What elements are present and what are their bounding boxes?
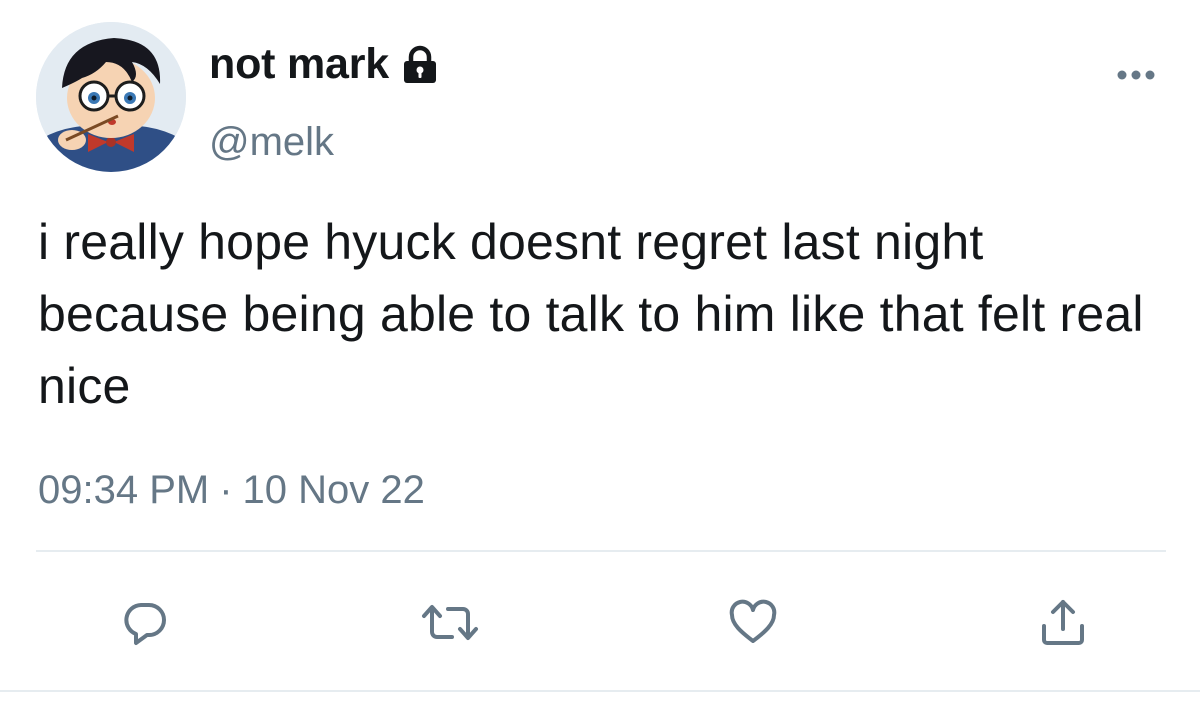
share-button[interactable] <box>1036 596 1090 650</box>
tweet-card: not mark @melk i really hope hyuck doesn… <box>0 0 1200 710</box>
tweet-text: i really hope hyuck doesnt regret last n… <box>38 214 1144 414</box>
tweet-time: 09:34 PM <box>38 468 210 512</box>
display-name-text: not mark <box>209 40 389 88</box>
meta-separator: · <box>219 468 233 512</box>
tweet-timestamp[interactable]: 09:34 PM · 10 Nov 22 <box>38 468 425 513</box>
reply-button[interactable] <box>118 596 172 650</box>
user-handle[interactable]: @melk <box>209 120 334 165</box>
share-icon <box>1042 600 1084 645</box>
reply-icon <box>124 603 166 645</box>
heart-icon <box>729 599 777 643</box>
tweet-date: 10 Nov 22 <box>242 468 425 512</box>
retweet-icon <box>422 605 478 640</box>
retweet-button[interactable] <box>420 596 478 650</box>
avatar[interactable] <box>36 22 186 172</box>
lock-icon <box>399 44 441 86</box>
divider <box>0 690 1200 692</box>
display-name[interactable]: not mark <box>209 40 441 89</box>
avatar-image <box>36 22 186 172</box>
divider <box>36 550 1166 552</box>
more-icon[interactable] <box>1112 60 1160 90</box>
like-button[interactable] <box>726 596 780 650</box>
